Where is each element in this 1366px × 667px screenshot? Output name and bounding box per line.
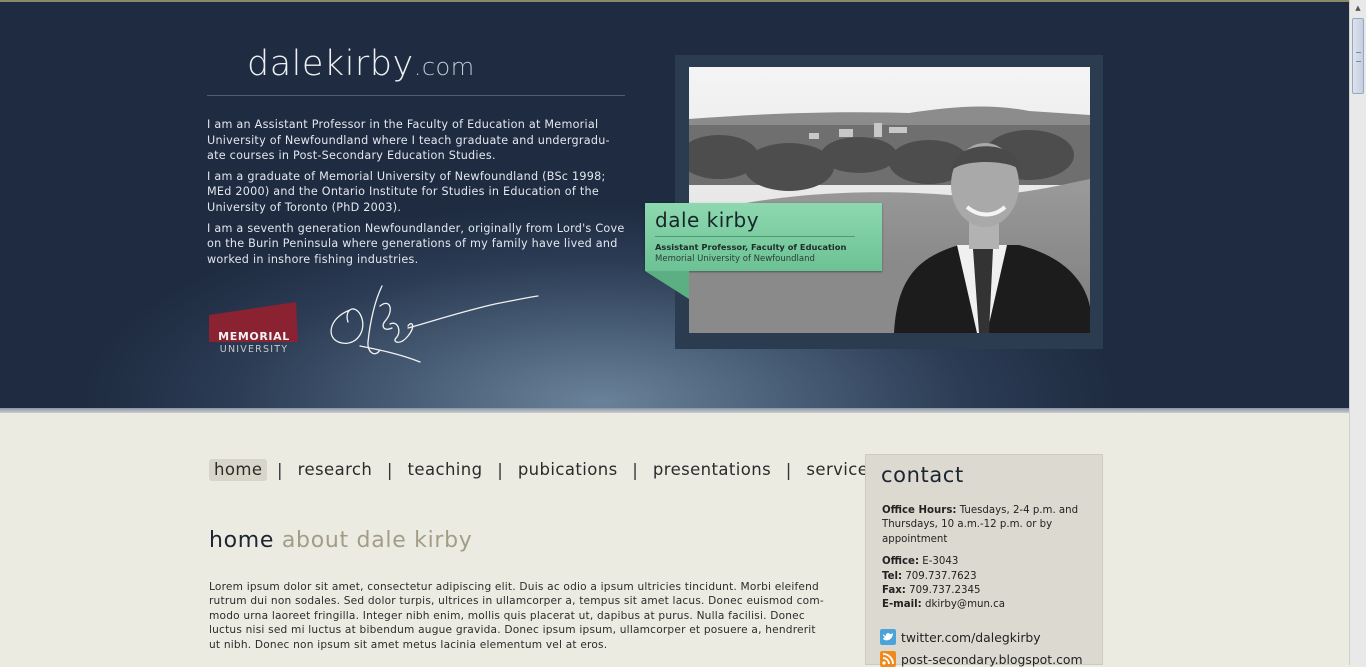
office-hours: Office Hours: Tuesdays, 2-4 p.m. and Thu… [882,504,1082,547]
nav-item-presentations[interactable]: presentations [648,459,776,481]
signature-image [330,285,539,363]
vertical-scrollbar[interactable]: ▲ [1349,0,1366,665]
nav-item-publications[interactable]: pubications [513,459,623,481]
logo-divider [207,95,625,96]
main-content-text: Lorem ipsum dolor sit amet, consectetur … [209,581,824,651]
contact-info: Office Hours: Tuesdays, 2-4 p.m. and Thu… [882,504,1082,613]
fax-row: Fax: 709.737.2345 [882,584,1082,598]
portrait-photo [689,67,1090,333]
name-card: dale kirby Assistant Professor, Faculty … [645,203,882,271]
tel-row: Tel: 709.737.7623 [882,570,1082,584]
name-card-tail [645,271,689,299]
hero-divider [0,408,1349,413]
page-title-sub: about dale kirby [281,528,473,553]
office-hours-label: Office Hours: [882,505,957,516]
logo-name: dalekirby [247,44,414,84]
logo-domain: .com [413,53,475,81]
email-row: E-mail: dkirby@mun.ca [882,598,1082,612]
twitter-link-text: twitter.com/dalegkirby [901,630,1041,645]
name-card-organization: Memorial University of Newfoundland [655,254,815,264]
contact-heading: contact [881,463,964,487]
tel-value: 709.737.7623 [905,570,977,582]
email-label: E-mail: [882,599,922,611]
nav-separator: | [277,460,284,480]
memorial-university-logo[interactable]: MEMORIAL UNIVERSITY [208,300,300,356]
nav-separator: | [785,460,792,480]
office-label: Office: [882,556,920,568]
contact-panel: contact Office Hours: Tuesdays, 2-4 p.m.… [865,454,1103,667]
bio-paragraph: I am an Assistant Professor in the Facul… [207,118,610,163]
twitter-link[interactable]: twitter.com/dalegkirby [880,629,1041,645]
scroll-up-arrow-icon[interactable]: ▲ [1352,2,1364,14]
nav-separator: | [497,460,504,480]
name-card-name: dale kirby [655,208,760,232]
mun-logo-line1: MEMORIAL [218,330,290,343]
name-card-title: Assistant Professor, Faculty of Educatio… [655,242,847,252]
page-title: home about dale kirby [209,528,473,553]
nav-separator: | [632,460,639,480]
office-row: Office: E-3043 [882,555,1082,569]
mun-logo-line2: UNIVERSITY [220,344,288,355]
bio-paragraph: I am a seventh generation Newfoundlander… [207,221,625,266]
nav-item-service[interactable]: service [801,459,873,481]
office-value: E-3043 [922,556,959,568]
scrollbar-grip [1356,52,1361,62]
fax-value: 709.737.2345 [909,585,981,597]
main-nav: home | research | teaching | pubications… [209,459,873,481]
site-logo[interactable]: dalekirby.com [247,44,475,84]
bio-paragraph: I am a graduate of Memorial University o… [207,169,606,214]
email-link[interactable]: dkirby@mun.ca [925,599,1005,610]
nav-separator: | [386,460,393,480]
tel-label: Tel: [882,570,903,582]
nav-item-teaching[interactable]: teaching [403,459,488,481]
fax-label: Fax: [882,585,906,597]
page-title-main: home [209,528,275,553]
bio-text: I am an Assistant Professor in the Facul… [207,117,627,272]
name-card-divider [655,236,855,237]
nav-item-research[interactable]: research [293,459,378,481]
twitter-bird-icon [880,629,896,645]
scrollbar-thumb[interactable] [1352,18,1364,94]
nav-item-home[interactable]: home [209,459,268,481]
